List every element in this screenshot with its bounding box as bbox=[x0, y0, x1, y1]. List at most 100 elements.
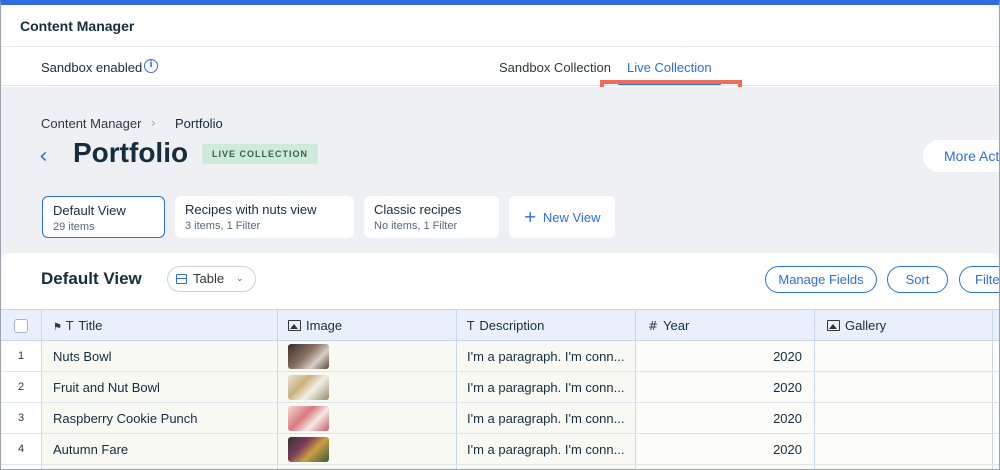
view-name: Recipes with nuts view bbox=[185, 202, 317, 217]
new-view-label: New View bbox=[542, 210, 601, 225]
title-cell[interactable]: Raspberry Cookie Punch bbox=[42, 403, 278, 433]
table-panel: Default View Table ⌄ Manage Fields Sort … bbox=[1, 253, 999, 469]
recipe-thumbnail bbox=[288, 406, 329, 431]
view-name: Classic recipes bbox=[374, 202, 462, 217]
table-icon bbox=[176, 274, 187, 284]
title-cell bbox=[42, 465, 278, 469]
recipe-thumbnail bbox=[288, 375, 329, 400]
view-card-recipes-with-nuts[interactable]: Recipes with nuts view 3 items, 1 Filter bbox=[175, 196, 354, 238]
title-cell[interactable]: Fruit and Nut Bowl bbox=[42, 372, 278, 402]
image-cell[interactable] bbox=[278, 434, 457, 464]
info-icon[interactable]: i bbox=[144, 59, 158, 73]
column-header-gallery[interactable]: Gallery bbox=[815, 310, 993, 340]
manage-fields-button[interactable]: Manage Fields bbox=[765, 266, 877, 293]
overflow-cell bbox=[993, 434, 999, 464]
overflow-cell bbox=[993, 341, 999, 371]
collection-header: Content Manager › Portfolio ‹ Portfolio … bbox=[1, 87, 999, 257]
top-bar: Content Manager bbox=[1, 5, 999, 47]
column-header-title[interactable]: ⚑ T Title bbox=[42, 310, 278, 340]
tab-live-collection[interactable]: Live Collection bbox=[627, 60, 712, 75]
app-window: Content Manager Sandbox enabled i Sandbo… bbox=[0, 0, 1000, 470]
table-row[interactable]: 4 Autumn Fare I'm a paragraph. I'm conn.… bbox=[1, 434, 999, 465]
breadcrumb-chevron-icon: › bbox=[151, 116, 156, 130]
gallery-cell[interactable] bbox=[815, 372, 993, 402]
gallery-cell[interactable] bbox=[815, 341, 993, 371]
select-all-cell bbox=[1, 310, 42, 340]
year-cell[interactable]: 2020 bbox=[636, 372, 815, 402]
column-label: Title bbox=[78, 318, 103, 333]
gallery-cell[interactable] bbox=[815, 434, 993, 464]
table-row[interactable]: 1 Nuts Bowl I'm a paragraph. I'm conn...… bbox=[1, 341, 999, 372]
more-actions-button[interactable]: More Actions bbox=[923, 140, 999, 172]
title-cell[interactable]: Nuts Bowl bbox=[42, 341, 278, 371]
column-label: Year bbox=[663, 318, 690, 333]
view-item-count: 29 items bbox=[53, 221, 95, 233]
recipe-thumbnail bbox=[288, 344, 329, 369]
table-row-partial bbox=[1, 465, 999, 469]
layout-select[interactable]: Table ⌄ bbox=[167, 266, 256, 292]
filter-button[interactable]: Filter bbox=[959, 266, 999, 293]
title-cell[interactable]: Autumn Fare bbox=[42, 434, 278, 464]
row-number: 4 bbox=[1, 434, 42, 464]
year-cell[interactable]: 2020 bbox=[636, 341, 815, 371]
breadcrumb-portfolio: Portfolio bbox=[175, 116, 223, 131]
description-cell[interactable]: I'm a paragraph. I'm conn... bbox=[457, 403, 636, 433]
image-icon bbox=[288, 320, 301, 331]
row-number bbox=[1, 465, 42, 469]
column-header-image[interactable]: Image bbox=[278, 310, 457, 340]
select-all-checkbox[interactable] bbox=[14, 319, 28, 333]
image-cell bbox=[278, 465, 457, 469]
year-cell bbox=[636, 465, 815, 469]
description-cell[interactable]: I'm a paragraph. I'm conn... bbox=[457, 434, 636, 464]
column-header-overflow bbox=[993, 310, 999, 340]
text-type-icon: T bbox=[467, 319, 475, 333]
chevron-down-icon: ⌄ bbox=[236, 274, 244, 284]
year-cell[interactable]: 2020 bbox=[636, 434, 815, 464]
column-header-year[interactable]: # Year bbox=[636, 310, 815, 340]
view-item-count: No items, 1 Filter bbox=[374, 220, 458, 232]
tab-sandbox-collection[interactable]: Sandbox Collection bbox=[499, 60, 611, 75]
sort-button[interactable]: Sort bbox=[887, 266, 948, 293]
view-name: Default View bbox=[53, 203, 126, 218]
breadcrumb-content-manager[interactable]: Content Manager bbox=[41, 116, 141, 131]
image-cell[interactable] bbox=[278, 403, 457, 433]
plus-icon: + bbox=[523, 207, 537, 226]
table-view-title: Default View bbox=[41, 269, 142, 288]
collection-tab-bar: Sandbox enabled i Sandbox Collection Liv… bbox=[1, 48, 999, 147]
live-collection-badge: LIVE COLLECTION bbox=[202, 144, 318, 164]
table-header-row: ⚑ T Title Image T Description # Year Gallery bbox=[1, 309, 999, 341]
text-type-icon: T bbox=[65, 319, 74, 333]
row-number: 2 bbox=[1, 372, 42, 402]
table-row[interactable]: 2 Fruit and Nut Bowl I'm a paragraph. I'… bbox=[1, 372, 999, 403]
description-cell[interactable]: I'm a paragraph. I'm conn... bbox=[457, 372, 636, 402]
number-icon: # bbox=[648, 319, 659, 333]
recipe-thumbnail bbox=[288, 437, 329, 462]
page-title: Portfolio bbox=[73, 137, 189, 168]
image-cell[interactable] bbox=[278, 341, 457, 371]
column-label: Gallery bbox=[845, 318, 887, 333]
view-card-classic-recipes[interactable]: Classic recipes No items, 1 Filter bbox=[364, 196, 499, 238]
overflow-cell bbox=[993, 403, 999, 433]
gallery-icon bbox=[827, 320, 840, 331]
row-number: 3 bbox=[1, 403, 42, 433]
view-card-default[interactable]: Default View 29 items bbox=[42, 196, 165, 238]
year-cell[interactable]: 2020 bbox=[636, 403, 815, 433]
gallery-cell[interactable] bbox=[815, 403, 993, 433]
view-item-count: 3 items, 1 Filter bbox=[185, 220, 261, 232]
column-label: Description bbox=[479, 318, 545, 333]
description-cell[interactable]: I'm a paragraph. I'm conn... bbox=[457, 341, 636, 371]
column-header-description[interactable]: T Description bbox=[457, 310, 636, 340]
overflow-cell bbox=[993, 372, 999, 402]
image-cell[interactable] bbox=[278, 372, 457, 402]
primary-field-flag-icon: ⚑ bbox=[53, 322, 62, 333]
back-arrow-icon[interactable]: ‹ bbox=[39, 144, 48, 169]
description-cell bbox=[457, 465, 636, 469]
sandbox-status-label: Sandbox enabled bbox=[41, 60, 143, 75]
app-title: Content Manager bbox=[20, 18, 135, 34]
table-row[interactable]: 3 Raspberry Cookie Punch I'm a paragraph… bbox=[1, 403, 999, 434]
gallery-cell bbox=[815, 465, 993, 469]
column-label: Image bbox=[306, 318, 343, 333]
layout-select-value: Table bbox=[193, 271, 225, 286]
new-view-button[interactable]: + New View bbox=[509, 196, 615, 238]
row-number: 1 bbox=[1, 341, 42, 371]
